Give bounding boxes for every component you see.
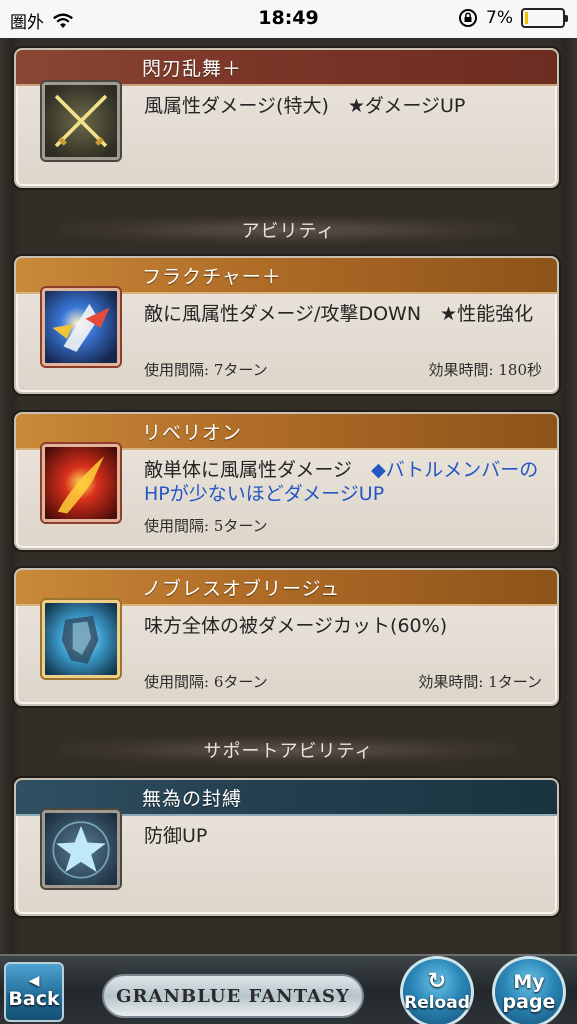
rebellion-icon bbox=[42, 444, 120, 522]
battery-level bbox=[525, 12, 528, 24]
battery-percent: 7% bbox=[486, 8, 513, 28]
mypage-button[interactable]: My page bbox=[492, 956, 566, 1024]
skill-description: 風属性ダメージ(特大) ★ダメージUP bbox=[144, 95, 466, 117]
skill-card[interactable]: 閃刃乱舞＋ 風属性ダメージ(特大) ★ダメージUP bbox=[14, 48, 559, 188]
shield-knight-icon bbox=[42, 600, 120, 678]
cooldown-text: 使用間隔: 6ターン bbox=[144, 673, 268, 691]
skill-card[interactable]: リベリオン 敵単体に風属性ダメージ ◆バトルメンバーのHPが少ないほどダメージU… bbox=[14, 412, 559, 550]
ability-list[interactable]: 閃刃乱舞＋ 風属性ダメージ(特大) ★ダメージUP アビリティ フラクチャー＋ bbox=[0, 38, 577, 954]
skill-card[interactable]: フラクチャー＋ 敵に風属性ダメージ/攻撃DOWN ★性能強化 使用間隔: 7ター… bbox=[14, 256, 559, 394]
skill-description: 味方全体の被ダメージカット(60%) bbox=[144, 615, 448, 637]
reload-icon: ↻ bbox=[427, 969, 447, 994]
reload-label: Reload bbox=[404, 993, 470, 1013]
bottom-nav: ◀ Back GRANBLUE FANTASY ↻ Reload My page bbox=[0, 954, 577, 1024]
skill-title: 閃刃乱舞＋ bbox=[16, 50, 557, 86]
rotation-lock-icon bbox=[459, 9, 478, 27]
mypage-label-line1: My bbox=[513, 971, 545, 993]
skill-description-main: 敵単体に風属性ダメージ bbox=[144, 459, 372, 481]
duration-text: 効果時間: 180秒 bbox=[428, 361, 542, 379]
back-button[interactable]: ◀ Back bbox=[4, 962, 64, 1022]
reload-button[interactable]: ↻ Reload bbox=[400, 956, 474, 1024]
star-icon bbox=[42, 810, 120, 888]
section-title-support-ability: サポートアビリティ bbox=[60, 736, 517, 764]
duration-text: 効果時間: 1ターン bbox=[418, 673, 542, 691]
skill-card[interactable]: ノブレスオブリージュ 味方全体の被ダメージカット(60%) 使用間隔: 6ターン… bbox=[14, 568, 559, 706]
battery-icon bbox=[521, 8, 568, 28]
status-bar: 圏外 18:49 7% bbox=[0, 0, 577, 38]
logo-text: GRANBLUE FANTASY bbox=[116, 985, 350, 1007]
skill-card[interactable]: 無為の封縛 防御UP bbox=[14, 778, 559, 916]
mypage-label-line2: page bbox=[502, 991, 556, 1013]
back-arrow-icon: ◀ bbox=[28, 973, 40, 989]
skill-description: 敵に風属性ダメージ/攻撃DOWN ★性能強化 bbox=[144, 303, 534, 325]
skill-description: 敵単体に風属性ダメージ ◆バトルメンバーのHPが少ないほどダメージUP bbox=[144, 458, 544, 506]
crossed-swords-icon bbox=[42, 82, 120, 160]
back-label: Back bbox=[8, 988, 60, 1010]
fracture-icon bbox=[42, 288, 120, 366]
section-title-ability: アビリティ bbox=[60, 216, 517, 244]
skill-description: 防御UP bbox=[144, 825, 208, 847]
cooldown-text: 使用間隔: 7ターン bbox=[144, 361, 268, 379]
game-logo: GRANBLUE FANTASY bbox=[102, 974, 364, 1018]
cooldown-text: 使用間隔: 5ターン bbox=[144, 517, 268, 535]
